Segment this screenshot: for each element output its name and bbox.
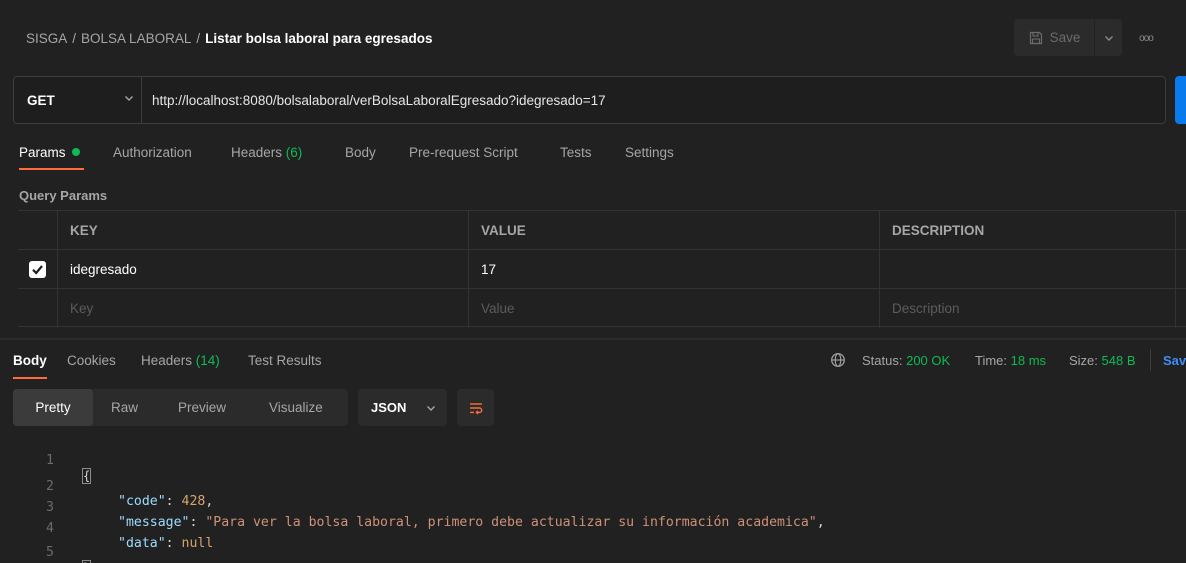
- request-header: SISGA / BOLSA LABORAL / Listar bolsa laboral…: [0, 0, 1186, 73]
- method-select[interactable]: GET: [14, 77, 142, 123]
- breadcrumb-separator: /: [72, 31, 77, 46]
- chevron-down-icon: [125, 96, 133, 101]
- time-label: Time:: [975, 353, 1008, 368]
- breadcrumb-separator: /: [196, 31, 201, 46]
- headers-count: (6): [285, 145, 303, 160]
- new-extra-cell: [1175, 289, 1186, 328]
- view-raw[interactable]: Raw: [111, 389, 138, 426]
- breadcrumb-folder[interactable]: BOLSA LABORAL: [81, 31, 191, 46]
- line-number: 5: [46, 545, 54, 560]
- chevron-down-icon: [1104, 35, 1113, 41]
- params-indicator-dot: [71, 148, 80, 156]
- column-header-key: KEY: [57, 211, 468, 250]
- code-line: 1 {: [0, 438, 1186, 484]
- code-line: 4 "data": null: [0, 506, 1186, 551]
- save-options-button[interactable]: [1094, 19, 1122, 56]
- more-icon: ooo: [1139, 32, 1154, 44]
- format-label: JSON: [371, 400, 407, 415]
- response-headers-count: (14): [195, 353, 220, 368]
- url-bar: GET: [13, 76, 1166, 124]
- save-group: Save: [1014, 19, 1122, 56]
- breadcrumb: SISGA / BOLSA LABORAL / Listar bolsa laboral…: [26, 31, 432, 46]
- view-visualize[interactable]: Visualize: [269, 389, 323, 426]
- status-label: Status:: [862, 353, 903, 368]
- response-size[interactable]: Size: 548 B: [1069, 353, 1136, 368]
- status-value: 200 OK: [906, 353, 951, 368]
- response-tab-cookies[interactable]: Cookies: [67, 353, 116, 368]
- tab-body[interactable]: Body: [345, 145, 376, 160]
- send-button[interactable]: [1175, 76, 1186, 124]
- response-tab-headers[interactable]: Headers (14): [141, 353, 220, 368]
- response-divider[interactable]: [0, 338, 1186, 340]
- format-select[interactable]: JSON: [358, 389, 447, 426]
- param-value-cell[interactable]: 17: [468, 250, 879, 289]
- row-checkbox-cell: [18, 250, 57, 289]
- wrap-lines-button[interactable]: [457, 389, 494, 426]
- tab-authorization[interactable]: Authorization: [113, 145, 192, 160]
- empty-checkbox-cell: [18, 289, 57, 328]
- url-input[interactable]: [142, 77, 1165, 123]
- response-tab-body[interactable]: Body: [13, 353, 47, 368]
- breadcrumb-collection[interactable]: SISGA: [26, 31, 67, 46]
- param-key-cell[interactable]: idegresado: [57, 250, 468, 289]
- status-separator: [1150, 349, 1151, 371]
- tab-tests[interactable]: Tests: [560, 145, 592, 160]
- size-value: 548 B: [1101, 353, 1136, 368]
- save-response-button[interactable]: Sav: [1163, 353, 1186, 368]
- header-checkbox-cell: [18, 211, 57, 250]
- save-icon: [1029, 31, 1042, 44]
- response-active-tab-indicator: [13, 377, 47, 379]
- tab-params[interactable]: Params: [19, 145, 80, 160]
- save-label: Save: [1049, 30, 1081, 45]
- column-header-description: DESCRIPTION: [879, 211, 1175, 250]
- time-value: 18 ms: [1010, 353, 1047, 368]
- more-options-button[interactable]: ooo: [1135, 27, 1157, 49]
- tab-headers[interactable]: Headers (6): [231, 145, 302, 160]
- request-name[interactable]: Listar bolsa laboral para egresados: [205, 31, 432, 46]
- checkmark-icon: [32, 265, 43, 275]
- globe-icon[interactable]: [830, 352, 846, 368]
- tab-headers-label: Headers: [231, 145, 283, 160]
- view-mode-bar: Pretty Raw Preview Visualize: [13, 389, 348, 426]
- method-label: GET: [27, 92, 55, 108]
- code-line: 2 "code": 428,: [0, 464, 1186, 509]
- view-preview[interactable]: Preview: [178, 389, 226, 426]
- response-tab-test-results[interactable]: Test Results: [248, 353, 322, 368]
- table-header-row: KEY VALUE DESCRIPTION: [18, 210, 1186, 250]
- view-pretty[interactable]: Pretty: [13, 389, 93, 426]
- param-extra-cell: [1175, 250, 1186, 289]
- param-enabled-checkbox[interactable]: [29, 261, 46, 278]
- response-tab-headers-label: Headers: [141, 353, 193, 368]
- chevron-down-icon: [427, 405, 435, 411]
- tab-params-label: Params: [19, 145, 66, 160]
- tab-settings[interactable]: Settings: [625, 145, 674, 160]
- table-row-empty: Key Value Description: [18, 288, 1186, 328]
- new-value-field[interactable]: Value: [468, 289, 879, 328]
- code-line: 3 "message": "Para ver la bolsa laboral,…: [0, 485, 1186, 530]
- query-params-title: Query Params: [19, 188, 108, 203]
- save-button[interactable]: Save: [1014, 19, 1094, 56]
- response-time[interactable]: Time: 18 ms: [975, 353, 1046, 368]
- size-label: Size:: [1069, 353, 1098, 368]
- response-status[interactable]: Status: 200 OK: [862, 353, 950, 368]
- wrap-icon: [469, 402, 482, 414]
- table-row: idegresado 17: [18, 249, 1186, 289]
- column-header-extra: [1175, 211, 1186, 250]
- code-line: 5 }: [0, 530, 1186, 563]
- tab-pre-request-script[interactable]: Pre-request Script: [409, 145, 518, 160]
- active-tab-indicator: [19, 168, 84, 170]
- column-header-value: VALUE: [468, 211, 879, 250]
- new-description-field[interactable]: Description: [879, 289, 1175, 328]
- new-key-field[interactable]: Key: [57, 289, 468, 328]
- param-description-cell[interactable]: [879, 250, 1175, 289]
